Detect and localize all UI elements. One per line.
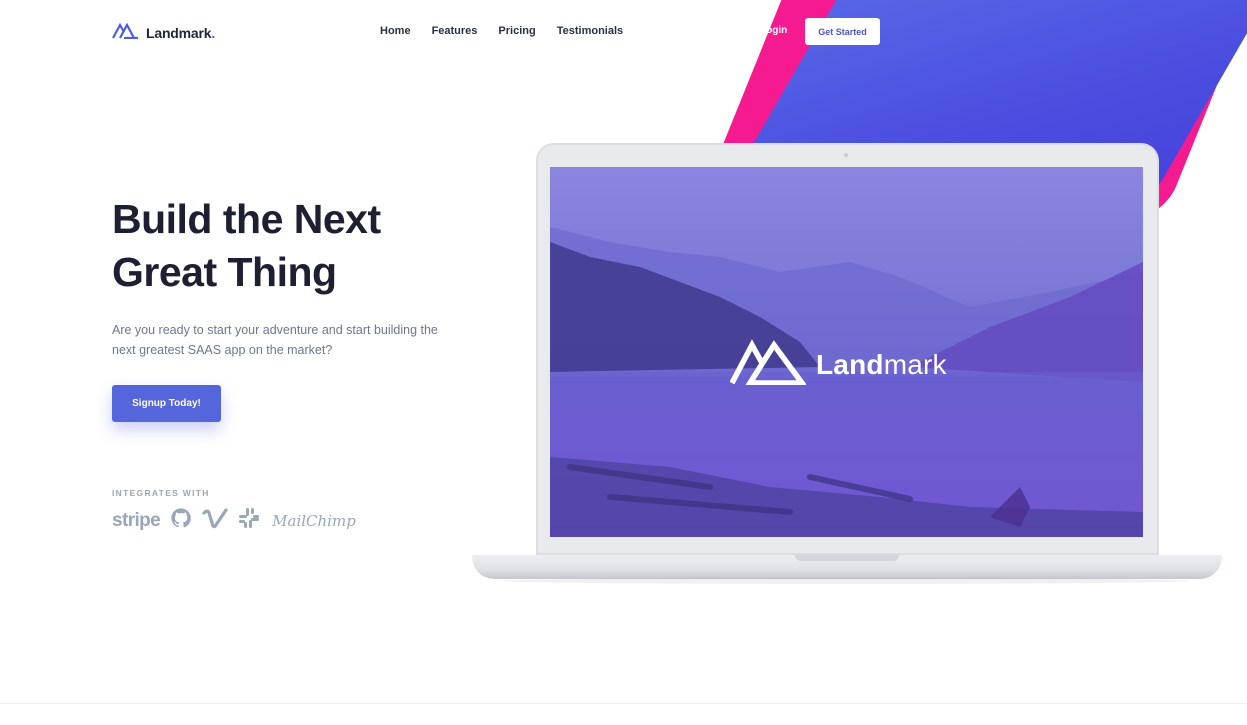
hero-title-line-1: Build the Next [112, 196, 381, 242]
get-started-button[interactable]: Get Started [805, 18, 880, 45]
hero-title-line-2: Great Thing [112, 249, 337, 295]
github-icon [170, 507, 192, 534]
signup-button[interactable]: Signup Today! [112, 385, 221, 422]
nav-pricing[interactable]: Pricing [498, 25, 535, 37]
integration-logos: stripe MailChimp [112, 507, 356, 534]
nav-home[interactable]: Home [380, 25, 411, 37]
laptop-camera [844, 153, 848, 157]
main-nav: Home Features Pricing Testimonials [380, 25, 623, 37]
hero-subtitle: Are you ready to start your adventure an… [112, 323, 438, 357]
vimeo-icon [202, 507, 228, 534]
brand-name: Landmark [146, 25, 212, 41]
stripe-logo: stripe [112, 509, 161, 531]
screen-brand-logo: Landmark [729, 339, 947, 390]
screen-brand-bold: Land [816, 348, 884, 380]
integrations-label: INTEGRATES WITH [112, 488, 210, 498]
nav-features[interactable]: Features [432, 25, 478, 37]
screen-brand-light: mark [883, 348, 947, 380]
landmark-mountain-icon [729, 339, 808, 390]
landmark-mountain-icon [112, 22, 139, 44]
hero-title: Build the Next Great Thing [112, 193, 442, 299]
brand-logo[interactable]: Landmark. [112, 22, 215, 44]
slack-icon [238, 507, 260, 534]
laptop-notch [795, 555, 899, 561]
laptop-screen: Landmark [550, 167, 1143, 537]
nav-testimonials[interactable]: Testimonials [557, 25, 623, 37]
brand-dot: . [211, 25, 216, 41]
mailchimp-logo: MailChimp [272, 511, 356, 530]
laptop-shadow [500, 578, 1190, 584]
login-link[interactable]: Login [760, 25, 787, 36]
section-divider [0, 703, 1247, 704]
